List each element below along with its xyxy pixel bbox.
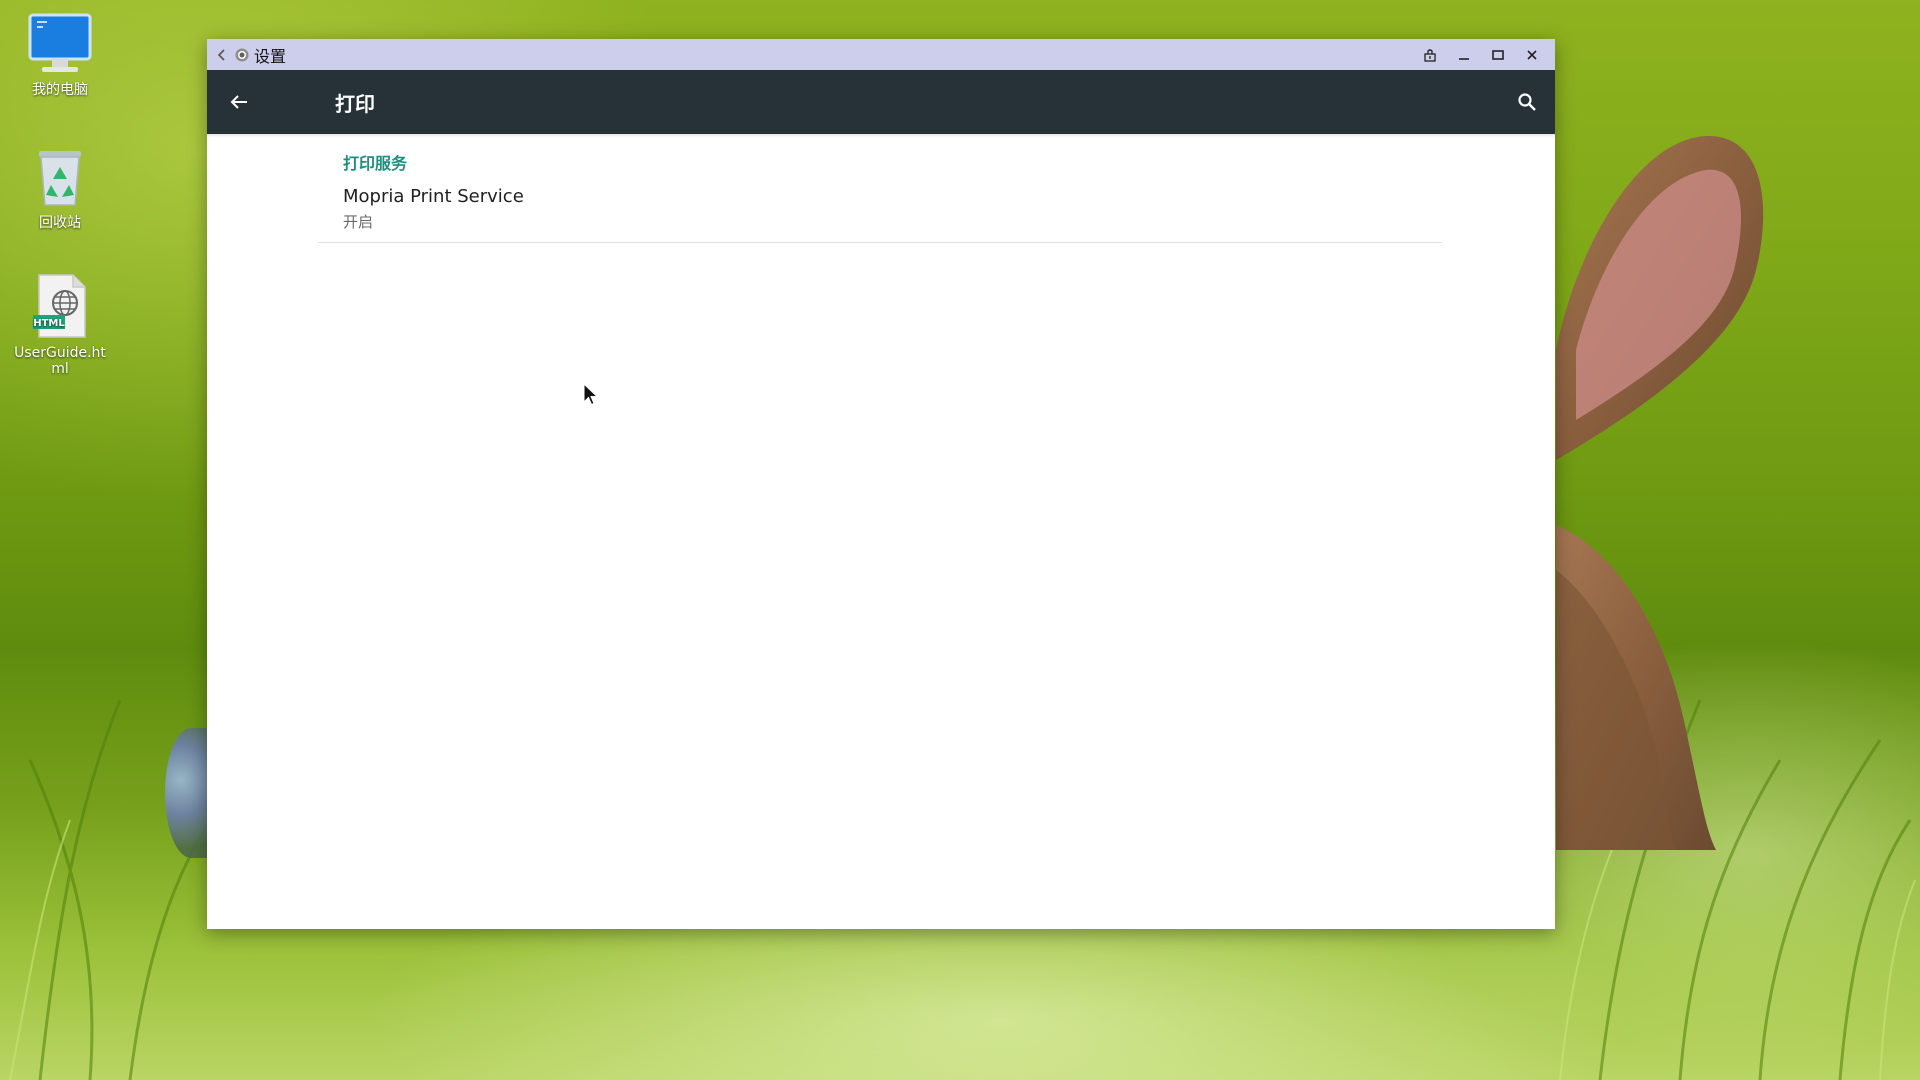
desktop-icon-label: 回收站 (39, 215, 81, 231)
wallpaper-rabbit (1556, 135, 1764, 850)
html-file-icon: HTML (33, 274, 86, 338)
desktop-icon-recycle-bin[interactable]: 回收站 (10, 145, 110, 231)
list-item-title: Mopria Print Service (343, 186, 524, 207)
desktop-icon-userguide[interactable]: HTML UserGuide.html (10, 273, 110, 377)
pin-icon (1424, 48, 1436, 62)
window-title: 设置 (254, 46, 287, 66)
titlebar-back-button[interactable] (211, 39, 233, 70)
arrow-back-icon (230, 95, 247, 109)
desktop: 我的电脑 回收站 HTML UserGuide.html 设置 打印 打印服务 … (0, 0, 1920, 1080)
desktop-icon-my-computer[interactable]: 我的电脑 (10, 12, 110, 98)
window-controls (1413, 39, 1549, 70)
maximize-button[interactable] (1481, 39, 1515, 70)
app-bar: 打印 (207, 70, 1555, 134)
desktop-icon-label: 我的电脑 (32, 82, 88, 98)
page-title: 打印 (335, 91, 375, 116)
minimize-button[interactable] (1447, 39, 1481, 70)
pin-button[interactable] (1413, 39, 1447, 70)
close-button[interactable] (1515, 39, 1549, 70)
settings-window: 设置 打印 打印服务 Mopria Print Service 开启 (207, 39, 1555, 929)
chevron-left-icon (217, 48, 225, 61)
close-icon (1527, 49, 1537, 60)
minimize-icon (1459, 57, 1469, 60)
window-titlebar[interactable]: 设置 (207, 39, 1555, 70)
recycle-bin-icon (39, 151, 81, 206)
search-button[interactable] (1507, 70, 1547, 134)
section-header-print-services: 打印服务 (343, 154, 408, 173)
settings-content: 打印服务 Mopria Print Service 开启 (207, 134, 1555, 929)
navigate-back-button[interactable] (207, 70, 271, 134)
list-item-mopria-print-service[interactable]: Mopria Print Service 开启 (318, 182, 1442, 243)
html-badge: HTML (33, 318, 65, 329)
search-icon (1518, 93, 1536, 111)
mouse-cursor-icon (583, 383, 599, 406)
desktop-icon-label: UserGuide.html (14, 345, 106, 377)
list-item-summary: 开启 (343, 213, 374, 231)
settings-gear-icon (233, 46, 251, 64)
computer-monitor-icon (28, 13, 92, 72)
maximize-icon (1492, 49, 1504, 60)
